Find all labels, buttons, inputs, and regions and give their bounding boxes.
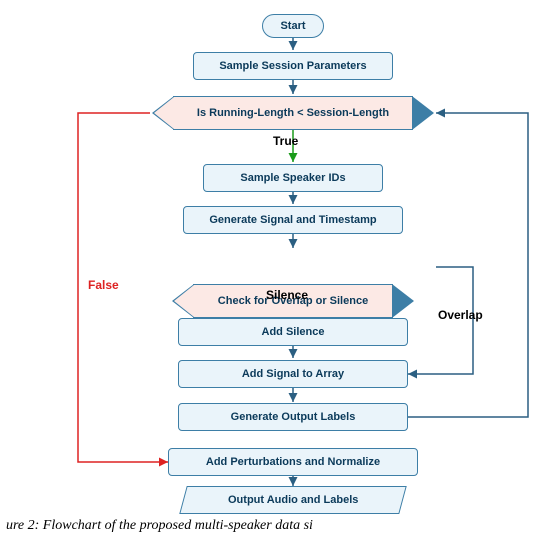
output-label: Output Audio and Labels [228, 494, 358, 506]
add-silence-label: Add Silence [262, 326, 325, 338]
start-label: Start [280, 20, 305, 32]
gen-signal-label: Generate Signal and Timestamp [209, 214, 376, 226]
add-signal-node: Add Signal to Array [178, 360, 408, 388]
start-node: Start [262, 14, 324, 38]
sample-speaker-label: Sample Speaker IDs [240, 172, 345, 184]
gen-signal-node: Generate Signal and Timestamp [183, 206, 403, 234]
gen-labels-node: Generate Output Labels [178, 403, 408, 431]
perturb-label: Add Perturbations and Normalize [206, 456, 380, 468]
false-label: False [88, 278, 119, 292]
overlap-label: Overlap [438, 308, 483, 322]
output-node: Output Audio and Labels [179, 486, 407, 514]
sample-speaker-node: Sample Speaker IDs [203, 164, 383, 192]
sample-params-label: Sample Session Parameters [219, 60, 366, 72]
flowchart-container: Start Sample Session Parameters Is Runni… [8, 8, 550, 508]
add-signal-label: Add Signal to Array [242, 368, 344, 380]
arrow-layer [8, 8, 550, 508]
sample-params-node: Sample Session Parameters [193, 52, 393, 80]
decision-length-label: Is Running-Length < Session-Length [197, 107, 389, 119]
silence-label: Silence [266, 288, 308, 302]
decision-length-node: Is Running-Length < Session-Length [173, 96, 413, 130]
add-silence-node: Add Silence [178, 318, 408, 346]
gen-labels-label: Generate Output Labels [231, 411, 356, 423]
true-label: True [273, 134, 298, 148]
figure-caption: ure 2: Flowchart of the proposed multi-s… [0, 518, 558, 534]
perturb-node: Add Perturbations and Normalize [168, 448, 418, 476]
